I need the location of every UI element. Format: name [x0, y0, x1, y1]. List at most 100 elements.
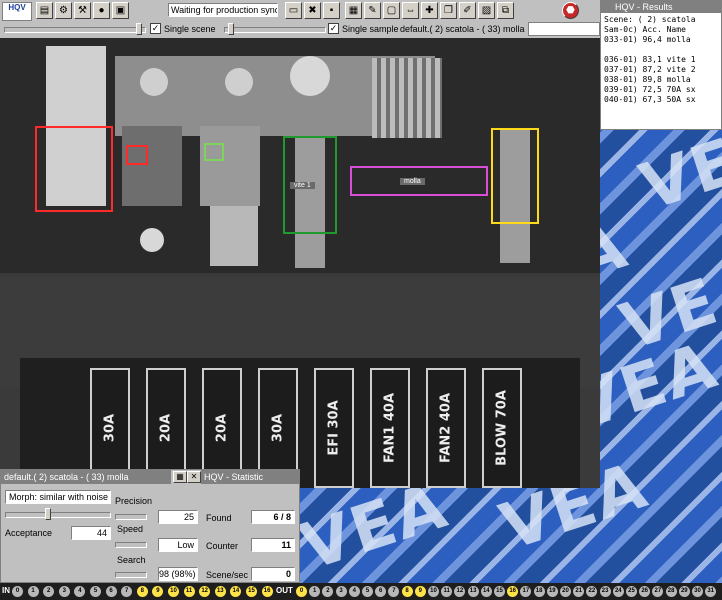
fuse-label: 20A: [214, 413, 230, 443]
crosshair-icon[interactable]: ✚: [421, 2, 438, 19]
scene-input[interactable]: [528, 22, 600, 36]
precision-value[interactable]: 25: [158, 510, 198, 524]
roi-red-small[interactable]: [126, 145, 148, 165]
sync-status-field: Waiting for production sync: [168, 3, 278, 17]
io-out-26: 26: [639, 586, 651, 597]
stop-icon[interactable]: ⬣: [562, 2, 579, 19]
delete-icon[interactable]: ✖: [304, 2, 321, 19]
io-status-bar: IN OUT 0 1 2 3 4 5 6 7 8 9 10 11 12 13 14 15 16 0 1 2 3 4 5 6 7 8…: [0, 583, 722, 600]
io-in-12: 12: [199, 586, 211, 597]
statistic-panel: default.( 2) scatola - ( 33) molla HQV -…: [0, 469, 300, 583]
image-icon[interactable]: ▨: [478, 2, 495, 19]
bolt-left: [140, 68, 168, 96]
edit-icon[interactable]: ✐: [459, 2, 476, 19]
search-slider[interactable]: [115, 572, 147, 578]
statistic-grid-icon[interactable]: ▦: [173, 471, 187, 483]
io-out-7: 7: [388, 586, 400, 597]
fuse-6: FAN2 40A: [426, 368, 466, 488]
speed-value[interactable]: Low: [158, 538, 198, 552]
current-selection-label: default.( 2) scatola - ( 33) molla: [400, 24, 525, 34]
single-sample-checkbox[interactable]: ✓: [328, 23, 339, 34]
io-out-13: 13: [467, 586, 479, 597]
roi-yellow[interactable]: [491, 128, 539, 224]
roi-red-clip[interactable]: [35, 126, 113, 212]
io-out-6: 6: [375, 586, 387, 597]
teach-icon[interactable]: ✎: [364, 2, 381, 19]
io-out-2: 2: [322, 586, 334, 597]
found-value: 6 / 8: [251, 510, 295, 524]
io-in-label: IN: [2, 586, 10, 595]
io-in-11: 11: [183, 586, 195, 597]
results-title: HQV - Results: [601, 1, 721, 13]
bolt-right: [290, 56, 330, 96]
acceptance-slider[interactable]: [5, 512, 111, 518]
io-in-10: 10: [168, 586, 179, 597]
sample-slider-thumb[interactable]: [228, 23, 234, 35]
search-label: Search: [117, 555, 146, 565]
settings-icon[interactable]: ⚙: [55, 2, 72, 19]
io-out-24: 24: [612, 586, 624, 597]
io-in-6: 6: [105, 586, 117, 597]
found-label: Found: [206, 513, 232, 523]
fuse-4: EFI 30A: [314, 368, 354, 488]
hqv-logo: HQV: [2, 2, 32, 21]
acceptance-value[interactable]: 44: [71, 526, 111, 540]
fuse-label: BLOW 70A: [494, 390, 510, 466]
acceptance-slider-thumb[interactable]: [45, 508, 51, 520]
io-out-0: 0: [296, 586, 307, 597]
speed-slider[interactable]: [115, 542, 147, 548]
monitor-icon[interactable]: ▭: [285, 2, 302, 19]
copy-icon[interactable]: ⧉: [497, 2, 514, 19]
io-out-5: 5: [362, 586, 373, 597]
save-icon[interactable]: ▪: [323, 2, 340, 19]
io-out-21: 21: [573, 586, 585, 597]
acceptance-label: Acceptance: [5, 528, 53, 538]
io-out-8: 8: [401, 586, 413, 597]
statistic-close-icon[interactable]: ✕: [187, 471, 201, 483]
camera-image-view[interactable]: 30A 20A 20A 30A EFI 30A FAN1 40A FAN2 40A BLOW …: [0, 38, 600, 488]
fuse-7: BLOW 70A: [482, 368, 522, 488]
tools-icon[interactable]: ⚒: [74, 2, 91, 19]
fuse-label: FAN2 40A: [438, 392, 454, 464]
counter-label: Counter: [206, 541, 239, 551]
frame-icon[interactable]: ▢: [383, 2, 400, 19]
exposure-slider[interactable]: [4, 27, 146, 33]
io-out-19: 19: [546, 586, 558, 597]
io-in-4: 4: [74, 586, 86, 597]
io-in-1: 1: [27, 586, 39, 597]
search-value[interactable]: 98 (98%): [158, 567, 198, 581]
speed-label: Speed: [117, 524, 144, 534]
open-icon[interactable]: ▤: [36, 2, 53, 19]
io-out-10: 10: [428, 586, 439, 597]
single-scene-checkbox[interactable]: ✓: [150, 23, 161, 34]
io-in-7: 7: [121, 586, 133, 597]
counter-value: 11: [251, 538, 295, 552]
io-out-31: 31: [705, 586, 717, 597]
fuse-label: 30A: [270, 413, 286, 443]
camera-icon[interactable]: ▣: [112, 2, 129, 19]
precision-slider[interactable]: [115, 514, 147, 520]
fuse-label: 30A: [102, 413, 118, 443]
morph-select[interactable]: Morph: similar with noise: [5, 490, 111, 504]
precision-label: Precision: [115, 496, 153, 506]
io-out-11: 11: [441, 586, 453, 597]
fuse-label: 20A: [158, 413, 174, 443]
io-in-8: 8: [136, 586, 148, 597]
io-out-20: 20: [560, 586, 571, 597]
exposure-slider-thumb[interactable]: [136, 23, 142, 35]
io-in-2: 2: [43, 586, 55, 597]
io-in-9: 9: [152, 586, 164, 597]
io-in-13: 13: [214, 586, 226, 597]
io-out-1: 1: [309, 586, 321, 597]
align-icon[interactable]: ⇔: [402, 2, 419, 19]
statistic-title: default.( 2) scatola - ( 33) molla: [1, 470, 171, 484]
bg-glyph: VEA: [632, 130, 722, 226]
fuse-label: EFI 30A: [326, 400, 342, 456]
io-out-3: 3: [335, 586, 347, 597]
sample-slider[interactable]: [224, 27, 326, 33]
io-out-25: 25: [626, 586, 637, 597]
window-icon[interactable]: ❐: [440, 2, 457, 19]
layout-icon[interactable]: ▦: [345, 2, 362, 19]
roi-green-small[interactable]: [204, 143, 224, 161]
run-icon[interactable]: ●: [93, 2, 110, 19]
